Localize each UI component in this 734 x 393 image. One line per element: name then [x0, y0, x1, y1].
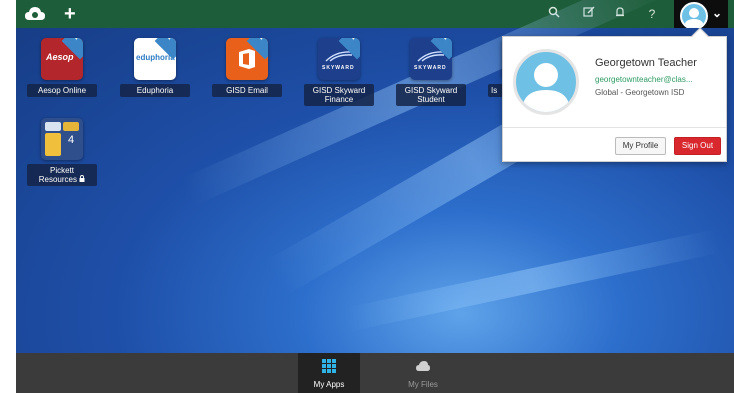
tab-label: My Files [408, 380, 438, 389]
app-tile-pickett-resources[interactable]: 4 Pickett Resources [24, 118, 100, 186]
tab-label: My Apps [313, 380, 345, 389]
divider [503, 127, 726, 128]
app-count: 4 [67, 133, 75, 146]
app-label: Pickett Resources [27, 164, 97, 186]
app-label: Aesop Online [27, 84, 97, 97]
cloud-icon [416, 361, 430, 371]
help-icon[interactable]: ? [644, 6, 660, 22]
app-thumb [63, 122, 79, 131]
app-tile-eduphoria[interactable]: eduphoria Eduphoria [117, 38, 193, 97]
profile-name: Georgetown Teacher [595, 57, 697, 69]
app-label: GISD Email [212, 84, 282, 97]
app-tile-gisd-email[interactable]: GISD Email [209, 38, 285, 97]
profile-org: Global - Georgetown ISD [595, 88, 685, 97]
app-label: GISD Skyward Student [396, 84, 466, 106]
app-thumb [45, 122, 61, 131]
aesop-logo: Aesop [41, 38, 83, 80]
app-tile-skyward-student[interactable]: SKYWARD GISD Skyward Student [393, 38, 469, 106]
bottom-nav: My Apps My Files [16, 353, 734, 393]
app-thumb [45, 132, 61, 156]
eduphoria-logo: eduphoria [134, 38, 176, 80]
app-tile-aesop[interactable]: Aesop Aesop Online [24, 38, 100, 97]
pickett-logo: 4 [41, 118, 83, 160]
skyward-logo: SKYWARD [318, 38, 360, 80]
chevron-down-icon: ⌄ [712, 6, 723, 20]
skyward-logo: SKYWARD [410, 38, 452, 80]
app-label: GISD Skyward Finance [304, 84, 374, 106]
user-avatar-icon [680, 2, 708, 30]
cloud-logo-icon[interactable] [24, 5, 46, 23]
office-icon [226, 38, 268, 80]
tab-my-apps[interactable]: My Apps [298, 353, 360, 393]
app-label: Eduphoria [120, 84, 190, 97]
profile-dropdown: Georgetown Teacher georgetownteacher@cla… [502, 27, 727, 162]
user-menu-toggle[interactable]: ⌄ [674, 0, 728, 30]
app-window: + ? ⌄ Aesop Aesop Online [16, 0, 734, 393]
plus-icon[interactable]: + [64, 3, 76, 25]
background-light-ray [343, 229, 721, 332]
lock-icon [79, 175, 85, 184]
my-profile-button[interactable]: My Profile [615, 137, 666, 155]
app-tile-skyward-finance[interactable]: SKYWARD GISD Skyward Finance [301, 38, 377, 106]
profile-email: georgetownteacher@clas... [595, 75, 693, 84]
sign-out-button[interactable]: Sign Out [674, 137, 721, 155]
tab-my-files[interactable]: My Files [392, 353, 454, 393]
grid-icon [322, 359, 336, 373]
profile-avatar-icon [513, 49, 579, 115]
